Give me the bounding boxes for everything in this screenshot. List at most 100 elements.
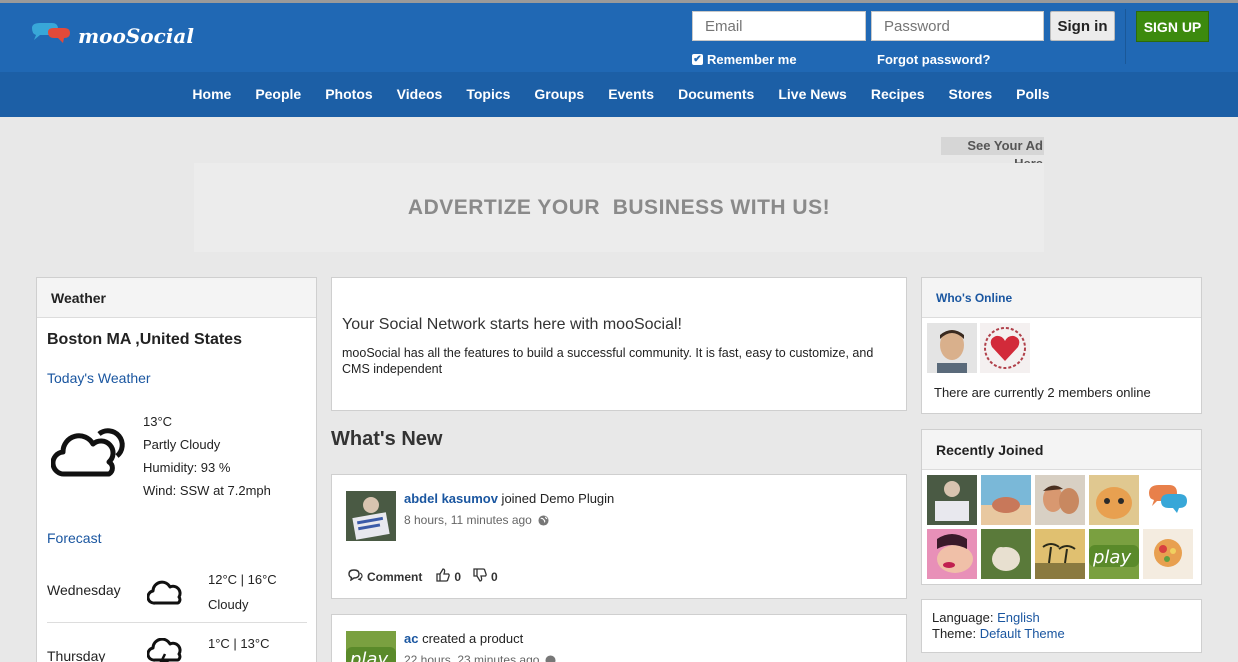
feed-timestamp: 8 hours, 11 minutes ago — [404, 513, 549, 527]
nav-live-news[interactable]: Live News — [778, 72, 846, 117]
partly-cloudy-icon — [50, 420, 131, 481]
nav-groups[interactable]: Groups — [534, 72, 584, 117]
site-logo[interactable]: mooSocial — [28, 22, 194, 50]
forecast-day: Thursday — [47, 648, 106, 662]
avatar[interactable] — [346, 491, 396, 541]
whos-online-title: Who's Online — [922, 278, 1201, 318]
nav-polls[interactable]: Polls — [1016, 72, 1049, 117]
nav-recipes[interactable]: Recipes — [871, 72, 925, 117]
avatar[interactable] — [1089, 475, 1139, 525]
feed-action: joined Demo Plugin — [497, 491, 615, 506]
svg-text:play: play — [349, 649, 388, 662]
todays-weather-label: Today's Weather — [47, 370, 151, 386]
intro-title: Your Social Network starts here with moo… — [342, 316, 682, 333]
sign-in-button[interactable]: Sign in — [1050, 11, 1115, 41]
recently-joined-grid: play — [927, 475, 1193, 579]
sign-up-button[interactable]: SIGN UP — [1136, 11, 1209, 42]
nav-stores[interactable]: Stores — [949, 72, 993, 117]
like-count: 0 — [454, 569, 462, 584]
avatar[interactable] — [981, 529, 1031, 579]
language-link[interactable]: English — [997, 610, 1040, 625]
language-row: Language: English — [932, 610, 1065, 626]
feed-item: abdel kasumov joined Demo Plugin 8 hours… — [331, 474, 907, 599]
header-divider — [1125, 9, 1126, 64]
feed-user-link[interactable]: abdel kasumov — [404, 491, 498, 506]
nav-videos[interactable]: Videos — [397, 72, 443, 117]
theme-label: Theme: — [932, 626, 980, 641]
avatar[interactable] — [927, 529, 977, 579]
password-input[interactable] — [871, 11, 1044, 41]
whats-new-heading: What's New — [331, 428, 443, 450]
forecast-row: Wednesday 12°C | 16°C Cloudy — [47, 570, 307, 620]
remember-me-checkbox[interactable]: ✔ — [692, 54, 703, 65]
nav-topics[interactable]: Topics — [466, 72, 510, 117]
comment-icon — [348, 569, 363, 584]
feed-user-link[interactable]: ac — [404, 631, 418, 646]
theme-row: Theme: Default Theme — [932, 626, 1065, 642]
cloudy-icon — [146, 578, 185, 609]
current-condition: Partly Cloudy — [143, 437, 221, 452]
remember-me[interactable]: ✔ Remember me — [692, 52, 797, 67]
main-nav: Home People Photos Videos Topics Groups … — [0, 72, 1238, 117]
current-temperature: 13°C — [143, 414, 173, 429]
feed-headline: ac created a product — [404, 631, 523, 646]
weather-widget: Weather Boston MA ,United States Today's… — [36, 277, 317, 662]
email-input[interactable] — [692, 11, 866, 41]
nav-people[interactable]: People — [255, 72, 301, 117]
avatar[interactable] — [927, 323, 977, 373]
theme-link[interactable]: Default Theme — [980, 626, 1065, 641]
avatar[interactable]: play — [1089, 529, 1139, 579]
feed-time-text: 22 hours, 23 minutes ago — [404, 653, 540, 662]
language-theme: Language: English Theme: Default Theme — [932, 610, 1065, 642]
globe-icon — [545, 654, 556, 662]
avatar[interactable]: play — [346, 631, 396, 662]
forecast-day: Wednesday — [47, 582, 121, 598]
nav-home[interactable]: Home — [192, 72, 231, 117]
feed-timestamp: 22 hours, 23 minutes ago — [404, 653, 556, 662]
forgot-password-link[interactable]: Forgot password? — [877, 52, 990, 67]
avatar[interactable] — [1143, 529, 1193, 579]
avatar[interactable] — [927, 475, 977, 525]
site-logo-text: mooSocial — [78, 24, 194, 48]
current-humidity: Humidity: 93 % — [143, 460, 231, 475]
recently-joined-title: Recently Joined — [922, 430, 1201, 470]
feed-action: created a product — [418, 631, 524, 646]
whos-online-widget: Who's Online There are currently 2 membe… — [921, 277, 1202, 414]
chat-bubbles-icon — [28, 22, 74, 50]
forecast-temps: 1°C | 13°C — [208, 636, 270, 651]
chat-bubbles-icon[interactable] — [1143, 475, 1193, 525]
remember-me-label: Remember me — [707, 52, 797, 67]
recently-joined-widget: Recently Joined play — [921, 429, 1202, 585]
dislike-count: 0 — [491, 569, 498, 584]
avatar[interactable] — [1035, 475, 1085, 525]
feed-item: play ac created a product 22 hours, 23 m… — [331, 614, 907, 662]
avatar[interactable] — [980, 323, 1030, 373]
language-label: Language: — [932, 610, 998, 625]
intro-box: Your Social Network starts here with moo… — [331, 277, 907, 411]
forecast-row: Thursday 1°C | 13°C — [47, 634, 307, 662]
svg-text:play: play — [1092, 547, 1131, 568]
forecast-label: Forecast — [47, 530, 102, 546]
feed-headline: abdel kasumov joined Demo Plugin — [404, 491, 614, 506]
nav-events[interactable]: Events — [608, 72, 654, 117]
forecast-condition: Cloudy — [208, 597, 249, 612]
weather-location: Boston MA ,United States — [47, 331, 242, 348]
forecast-divider — [47, 622, 307, 623]
comment-button[interactable]: Comment — [367, 570, 422, 584]
weather-title: Weather — [37, 278, 316, 318]
avatar[interactable] — [981, 475, 1031, 525]
dislike-icon[interactable] — [473, 568, 487, 585]
feed-time-text: 8 hours, 11 minutes ago — [404, 513, 532, 527]
see-your-ad-link[interactable]: See Your Ad Here — [941, 137, 1044, 171]
language-theme-widget: Language: English Theme: Default Theme — [921, 599, 1202, 653]
intro-text: mooSocial has all the features to build … — [342, 346, 874, 376]
current-wind: Wind: SSW at 7.2mph — [143, 483, 271, 498]
feed-actions: Comment 0 0 — [348, 568, 502, 585]
nav-photos[interactable]: Photos — [325, 72, 372, 117]
nav-documents[interactable]: Documents — [678, 72, 754, 117]
globe-icon — [538, 514, 549, 526]
like-icon[interactable] — [436, 568, 451, 585]
site-header: mooSocial Sign in SIGN UP ✔ Remember me … — [0, 0, 1238, 72]
avatar[interactable] — [1035, 529, 1085, 579]
ad-banner[interactable]: ADVERTIZE YOUR BUSINESS WITH US! — [194, 163, 1044, 252]
